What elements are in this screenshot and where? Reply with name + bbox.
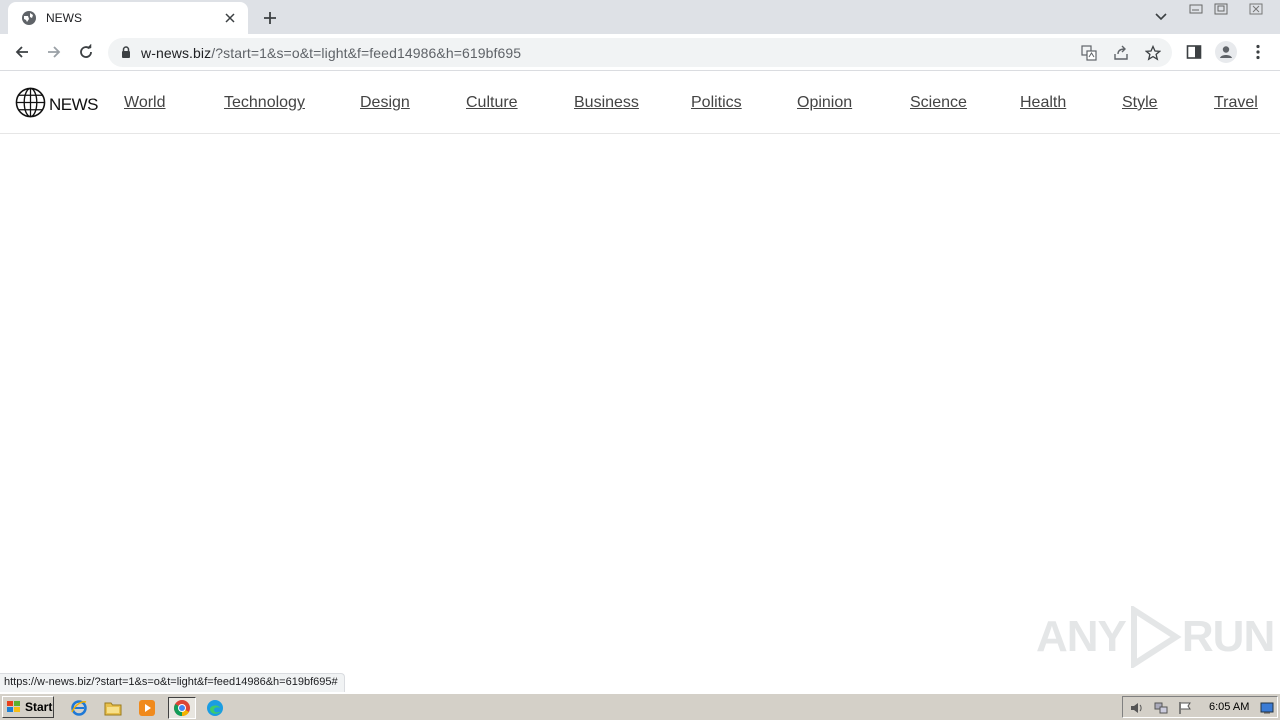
- taskbar: Start 6:05 AM: [0, 693, 1280, 720]
- bookmark-star-icon[interactable]: [1144, 44, 1162, 62]
- menu-kebab-icon[interactable]: [1246, 40, 1270, 64]
- logo-text: NEWS: [49, 95, 99, 114]
- site-header: NEWS World Technology Design Culture Bus…: [0, 72, 1280, 134]
- show-desktop-icon[interactable]: [1259, 700, 1275, 716]
- close-window-button[interactable]: [1236, 0, 1276, 18]
- nav-link-politics[interactable]: Politics: [691, 94, 742, 112]
- nav-link-opinion[interactable]: Opinion: [797, 94, 852, 112]
- share-icon[interactable]: [1112, 44, 1130, 62]
- browser-tab[interactable]: NEWS: [8, 2, 248, 34]
- nav-link-business[interactable]: Business: [574, 94, 639, 112]
- edge-icon[interactable]: [204, 697, 226, 719]
- link-status-bar: https://w-news.biz/?start=1&s=o&t=light&…: [0, 673, 345, 692]
- url-text: w-news.biz/?start=1&s=o&t=light&f=feed14…: [141, 45, 522, 61]
- close-tab-icon[interactable]: [222, 10, 238, 26]
- page-viewport: NEWS World Technology Design Culture Bus…: [0, 72, 1280, 692]
- tab-search-chevron-icon[interactable]: [1150, 8, 1172, 26]
- ie-icon[interactable]: [68, 697, 90, 719]
- new-tab-button[interactable]: [258, 6, 282, 30]
- minimize-button[interactable]: [1184, 0, 1208, 18]
- volume-icon[interactable]: [1129, 700, 1145, 716]
- maximize-button[interactable]: [1208, 0, 1234, 18]
- browser-toolbar: w-news.biz/?start=1&s=o&t=light&f=feed14…: [0, 34, 1280, 71]
- globe-icon: [21, 10, 37, 26]
- reload-icon[interactable]: [74, 40, 98, 64]
- translate-icon[interactable]: [1080, 44, 1098, 62]
- clock[interactable]: 6:05 AM: [1209, 701, 1249, 713]
- forward-arrow-icon[interactable]: [42, 40, 66, 64]
- nav-link-technology[interactable]: Technology: [224, 94, 305, 112]
- address-bar[interactable]: w-news.biz/?start=1&s=o&t=light&f=feed14…: [108, 38, 1172, 67]
- play-logo-icon: [1130, 606, 1182, 668]
- system-tray: 6:05 AM: [1122, 696, 1278, 718]
- tab-title: NEWS: [46, 11, 82, 25]
- nav-link-science[interactable]: Science: [910, 94, 967, 112]
- start-button[interactable]: Start: [2, 696, 54, 718]
- nav-link-style[interactable]: Style: [1122, 94, 1158, 112]
- tab-strip: NEWS: [0, 0, 1280, 34]
- windows-flag-icon: [7, 701, 20, 712]
- side-panel-icon[interactable]: [1182, 40, 1206, 64]
- media-player-icon[interactable]: [136, 697, 158, 719]
- nav-link-world[interactable]: World: [124, 94, 166, 112]
- nav-link-design[interactable]: Design: [360, 94, 410, 112]
- action-center-flag-icon[interactable]: [1177, 700, 1193, 716]
- site-logo[interactable]: NEWS: [15, 87, 99, 123]
- back-arrow-icon[interactable]: [10, 40, 34, 64]
- chrome-icon[interactable]: [168, 697, 196, 719]
- folder-icon[interactable]: [102, 697, 124, 719]
- network-icon[interactable]: [1153, 700, 1169, 716]
- nav-link-travel[interactable]: Travel: [1214, 94, 1258, 112]
- nav-link-culture[interactable]: Culture: [466, 94, 518, 112]
- anyrun-watermark: ANY RUN: [1036, 606, 1275, 668]
- lock-icon[interactable]: [120, 45, 132, 59]
- nav-link-health[interactable]: Health: [1020, 94, 1066, 112]
- globe-logo-icon: [15, 87, 46, 123]
- profile-avatar-icon[interactable]: [1214, 40, 1238, 64]
